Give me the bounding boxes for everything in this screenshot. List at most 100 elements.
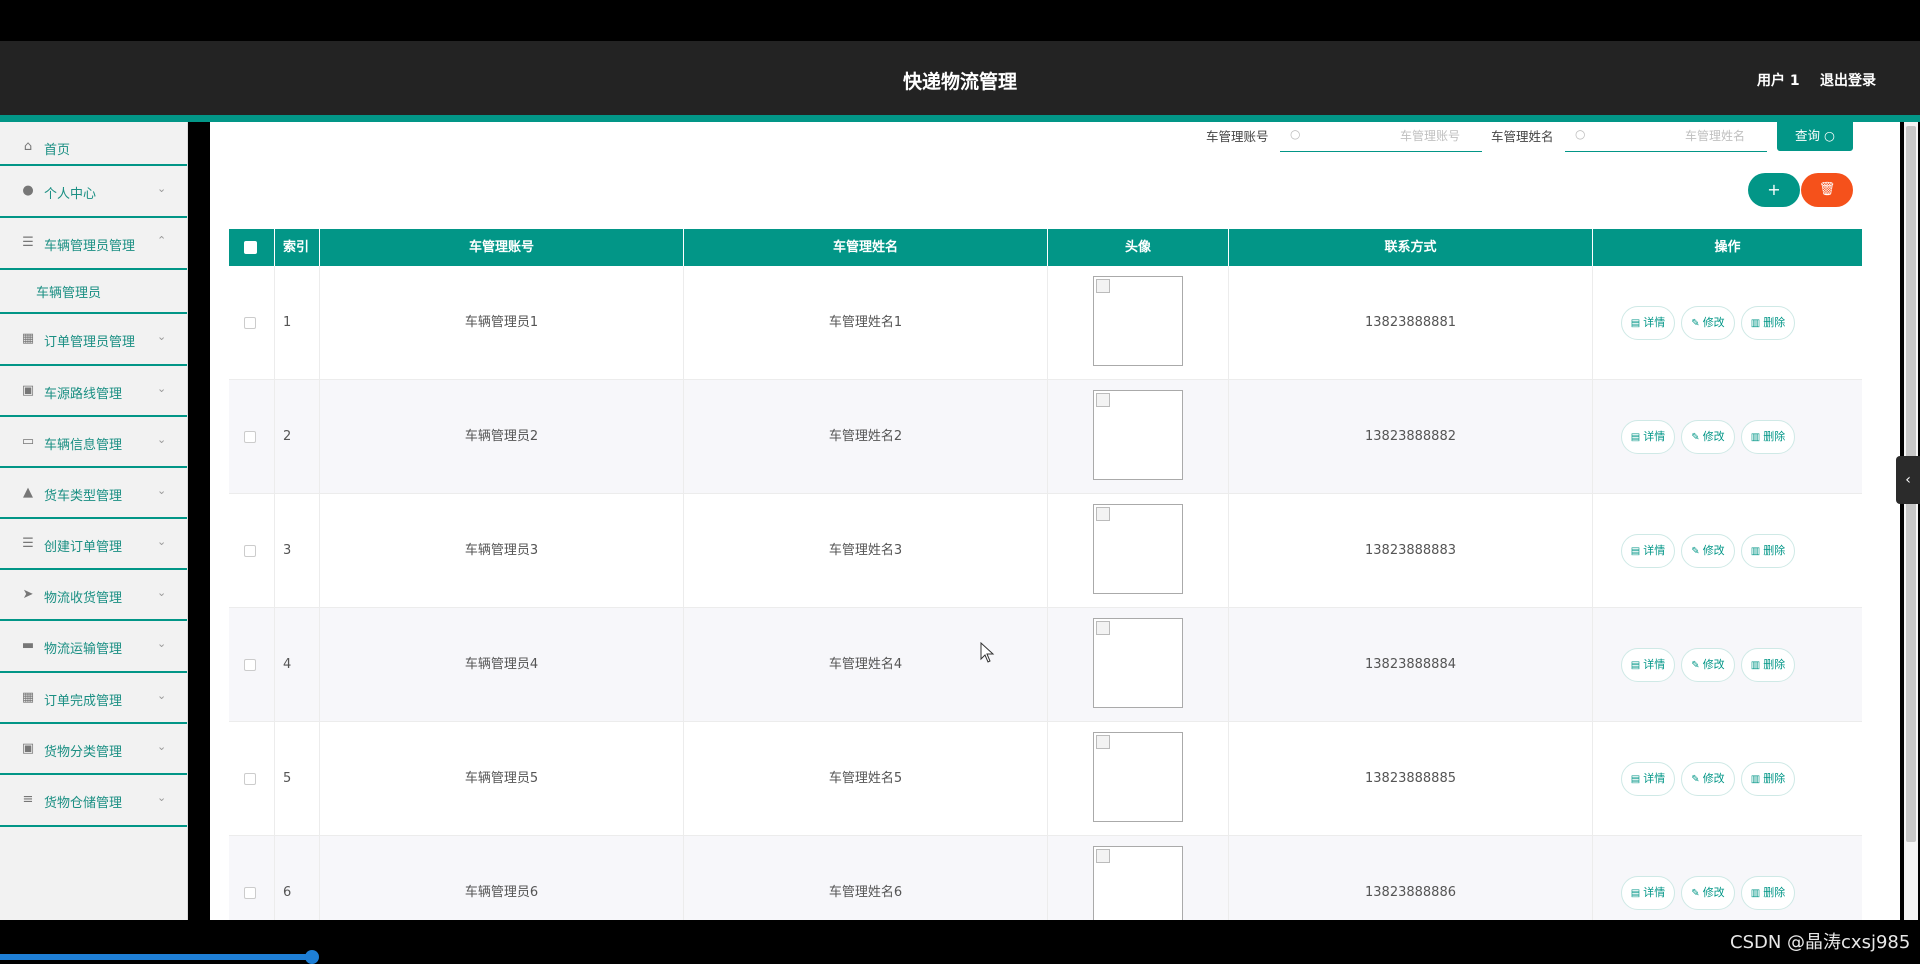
chevron-down-icon: ⌄ (157, 382, 167, 395)
avatar (1093, 390, 1183, 480)
sidebar-item-label: 车源路线管理 (44, 387, 123, 402)
send-icon: ➤ (22, 587, 34, 602)
sidebar-subitem-label: 车辆管理员 (36, 286, 102, 301)
sidebar-item[interactable]: ▦ 订单管理员管理 ⌄ (0, 314, 187, 366)
batch-delete-button[interactable]: 🗑 (1801, 173, 1853, 207)
sidebar-item-label: 物流收货管理 (44, 591, 123, 606)
video-progress-knob[interactable] (305, 950, 319, 964)
edit-button[interactable]: ✎ 修改 (1681, 648, 1735, 682)
document-icon: ▤ (1630, 888, 1641, 899)
watermark: CSDN @晶涛cxsj985 (1730, 932, 1911, 953)
delete-button[interactable]: ▥ 删除 (1741, 648, 1795, 682)
select-all-checkbox[interactable] (244, 241, 257, 254)
document-icon: ▤ (1630, 432, 1641, 443)
detail-button-label: 详情 (1643, 430, 1666, 443)
row-index: 3 (275, 494, 320, 608)
video-progress-bar[interactable] (0, 954, 312, 960)
sidebar-item-label: 订单管理员管理 (44, 335, 136, 350)
delete-button[interactable]: ▥ 删除 (1741, 876, 1795, 910)
account-search-box: ○ (1280, 124, 1482, 152)
row-actions-cell: ▤ 详情 ✎ 修改 ▥ 删除 (1593, 608, 1862, 722)
chevron-down-icon: ⌄ (157, 484, 167, 497)
grid-icon: ▦ (21, 331, 35, 346)
broken-image-icon (1096, 279, 1110, 293)
edit-button[interactable]: ✎ 修改 (1681, 306, 1735, 340)
delete-button[interactable]: ▥ 删除 (1741, 534, 1795, 568)
row-checkbox[interactable] (244, 545, 256, 557)
detail-button[interactable]: ▤ 详情 (1621, 534, 1675, 568)
row-checkbox[interactable] (244, 431, 256, 443)
sidebar-item[interactable]: ➤ 物流收货管理 ⌄ (0, 570, 187, 621)
trash-icon: ▥ (1750, 774, 1761, 785)
query-button-label: 查询 (1795, 128, 1821, 143)
sidebar-item-label: 首页 (44, 143, 71, 158)
sidebar-item[interactable]: ▦ 订单完成管理 ⌄ (0, 673, 187, 724)
row-phone: 13823888884 (1229, 608, 1593, 722)
table-row: 4 车辆管理员4 车管理姓名4 13823888884 ▤ 详情 ✎ 修改 ▥ 删除 (229, 608, 1862, 722)
row-phone: 13823888882 (1229, 380, 1593, 494)
detail-button[interactable]: ▤ 详情 (1621, 306, 1675, 340)
account-search-input[interactable] (1310, 126, 1460, 146)
sidebar-item-label: 物流运输管理 (44, 642, 123, 657)
row-account: 车辆管理员3 (320, 494, 684, 608)
row-select-cell (229, 608, 275, 722)
edit-button-label: 修改 (1702, 544, 1725, 557)
row-avatar-cell (1048, 380, 1229, 494)
chevron-down-icon: ⌄ (157, 330, 167, 343)
delete-button[interactable]: ▥ 删除 (1741, 306, 1795, 340)
sidebar-item[interactable]: ▣ 货物分类管理 ⌄ (0, 724, 187, 775)
edit-button[interactable]: ✎ 修改 (1681, 876, 1735, 910)
trash-icon: ▥ (1750, 888, 1761, 899)
list-icon: ☰ (22, 235, 34, 250)
sidebar-subitem-vehicle-admin[interactable]: 车辆管理员 (0, 270, 187, 314)
name-search-input[interactable] (1595, 126, 1745, 146)
sidebar-item[interactable]: ☰ 创建订单管理 ⌄ (0, 519, 187, 570)
sidebar-item[interactable]: ▣ 车源路线管理 ⌄ (0, 366, 187, 417)
detail-button-label: 详情 (1643, 772, 1666, 785)
delete-button[interactable]: ▥ 删除 (1741, 420, 1795, 454)
row-actions-cell: ▤ 详情 ✎ 修改 ▥ 删除 (1593, 380, 1862, 494)
detail-button[interactable]: ▤ 详情 (1621, 762, 1675, 796)
logout-link[interactable]: 退出登录 (1820, 70, 1876, 90)
delete-button[interactable]: ▥ 删除 (1741, 762, 1795, 796)
row-checkbox[interactable] (244, 659, 256, 671)
add-button[interactable]: + (1748, 173, 1800, 207)
detail-button-label: 详情 (1643, 658, 1666, 671)
row-checkbox[interactable] (244, 317, 256, 329)
chevron-down-icon: ⌄ (157, 637, 167, 650)
sidebar-item[interactable]: ● 个人中心 ⌄ (0, 166, 187, 218)
row-checkbox[interactable] (244, 887, 256, 899)
detail-button[interactable]: ▤ 详情 (1621, 876, 1675, 910)
sidebar-item[interactable]: ≡ 货物仓储管理 ⌄ (0, 775, 187, 827)
collapse-handle[interactable]: ‹ (1896, 456, 1920, 504)
sidebar-item-label: 货车类型管理 (44, 489, 123, 504)
trash-icon: 🗑 (1818, 182, 1836, 197)
delete-button-label: 删除 (1763, 886, 1786, 899)
current-user: 用户 1 (1757, 73, 1800, 89)
row-index: 2 (275, 380, 320, 494)
header-accent-bar (0, 115, 1920, 122)
row-select-cell (229, 494, 275, 608)
detail-button[interactable]: ▤ 详情 (1621, 420, 1675, 454)
edit-button[interactable]: ✎ 修改 (1681, 420, 1735, 454)
edit-button[interactable]: ✎ 修改 (1681, 762, 1735, 796)
edit-button-label: 修改 (1702, 430, 1725, 443)
detail-button[interactable]: ▤ 详情 (1621, 648, 1675, 682)
row-checkbox[interactable] (244, 773, 256, 785)
row-account: 车辆管理员2 (320, 380, 684, 494)
query-button[interactable]: 查询 ○ (1777, 118, 1853, 151)
edit-button-label: 修改 (1702, 886, 1725, 899)
chevron-down-icon: ⌄ (157, 182, 167, 195)
document-icon: ▤ (1630, 318, 1641, 329)
sidebar-item[interactable]: ▭ 车辆信息管理 ⌄ (0, 417, 187, 468)
sidebar-item[interactable]: ▲ 货车类型管理 ⌄ (0, 468, 187, 519)
sidebar-item[interactable]: ☰ 车辆管理员管理 ⌃ (0, 218, 187, 270)
sidebar-item[interactable]: ▬ 物流运输管理 ⌄ (0, 621, 187, 673)
edit-button[interactable]: ✎ 修改 (1681, 534, 1735, 568)
sidebar-item[interactable]: ⌂ 首页 (0, 122, 187, 166)
row-name: 车管理姓名4 (684, 608, 1048, 722)
chevron-down-icon: ⌄ (157, 433, 167, 446)
clipboard-icon: ▣ (21, 383, 35, 398)
row-name: 车管理姓名1 (684, 266, 1048, 380)
checklist-icon: ▣ (21, 741, 35, 756)
